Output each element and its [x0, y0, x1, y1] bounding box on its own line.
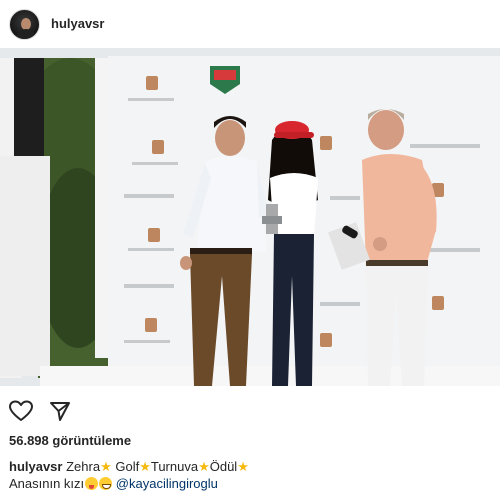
caption-word: Ödül	[209, 459, 238, 474]
post-photo[interactable]	[0, 48, 500, 386]
grin-emoji-icon	[99, 477, 113, 490]
tongue-emoji-icon	[85, 477, 99, 490]
post-caption: hulyavsr Zehra★ Golf★Turnuva★Ödül★ Anası…	[9, 458, 494, 492]
post-username[interactable]: hulyavsr	[51, 16, 104, 31]
caption-line-two: Anasının kızı	[9, 476, 85, 491]
post-actions	[0, 398, 500, 426]
heart-icon[interactable]	[8, 398, 34, 424]
star-emoji: ★	[237, 459, 249, 474]
avatar[interactable]	[9, 9, 40, 40]
star-emoji: ★	[100, 459, 112, 474]
post-header: hulyavsr	[0, 0, 500, 48]
view-count: 56.898 görüntüleme	[9, 433, 132, 448]
caption-word: Zehra	[66, 459, 101, 474]
caption-username[interactable]: hulyavsr	[9, 459, 62, 474]
send-icon[interactable]	[47, 398, 73, 424]
star-emoji: ★	[139, 459, 151, 474]
caption-word: Golf	[115, 459, 140, 474]
mention-link[interactable]: @kayacilingiroglu	[116, 476, 218, 491]
star-emoji: ★	[198, 459, 210, 474]
caption-word: Turnuva	[150, 459, 199, 474]
